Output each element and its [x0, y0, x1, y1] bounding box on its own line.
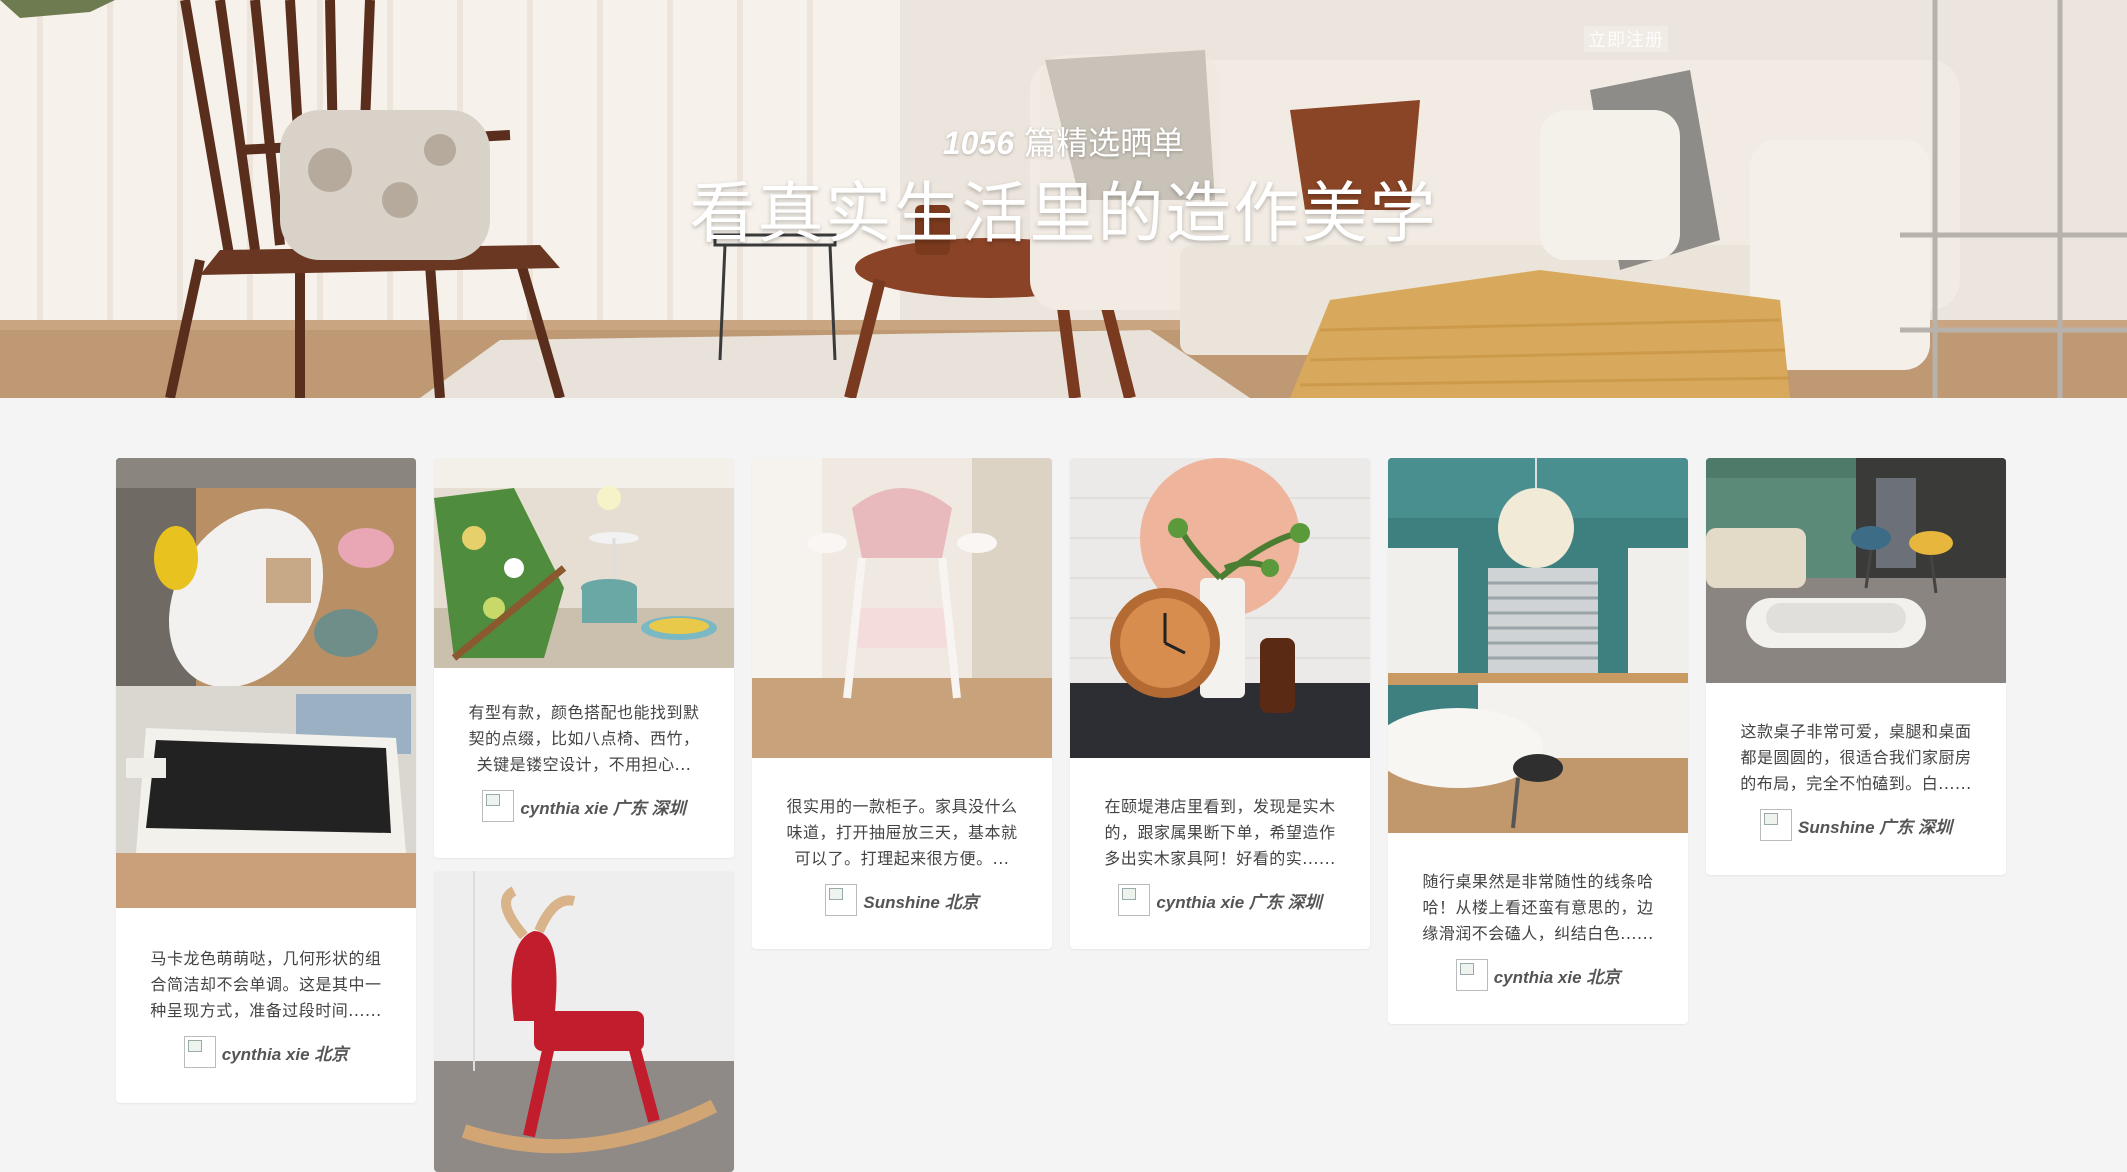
- featured-count-label: 篇精选晒单: [1014, 124, 1185, 162]
- review-card[interactable]: 在颐堤港店里看到，发现是实木的，跟家属果断下单，希望造作多出实木家具阿！好看的实…: [1070, 458, 1370, 949]
- register-link[interactable]: 立即注册: [1584, 26, 1668, 52]
- review-photo[interactable]: [1388, 458, 1688, 833]
- author-name: Sunshine 北京: [863, 892, 979, 912]
- avatar-placeholder-icon: [825, 884, 858, 916]
- review-author[interactable]: cynthia xie 广东 深圳: [434, 790, 734, 822]
- author-name: cynthia xie 广东 深圳: [1156, 892, 1322, 912]
- avatar-placeholder-icon: [1760, 809, 1793, 841]
- avatar-placeholder-icon: [183, 1036, 216, 1068]
- review-photo[interactable]: [116, 458, 416, 908]
- review-text: 在颐堤港店里看到，发现是实木的，跟家属果断下单，希望造作多出实木家具阿！好看的实…: [1104, 797, 1336, 868]
- review-text: 马卡龙色萌萌哒，几何形状的组合简洁却不会单调。这是其中一种呈现方式，准备过段时间…: [150, 949, 382, 1020]
- review-author[interactable]: cynthia xie 北京: [116, 1036, 416, 1068]
- review-photo[interactable]: [434, 871, 734, 1172]
- featured-count-number: 1056: [942, 125, 1014, 161]
- review-card[interactable]: 有型有款，颜色搭配也能找到默契的点缀，比如八点椅、西竹，关键是镂空设计，不用担心…: [434, 458, 734, 858]
- hero-banner: 立即注册 1056 篇精选晒单 看真实生活里的造作美学: [0, 0, 2127, 398]
- avatar-placeholder-icon: [482, 790, 515, 822]
- author-name: Sunshine 广东 深圳: [1798, 817, 1952, 837]
- review-photo[interactable]: [1070, 458, 1370, 758]
- author-name: cynthia xie 北京: [221, 1044, 349, 1064]
- review-author[interactable]: cynthia xie 北京: [1388, 959, 1688, 991]
- review-text: 随行桌果然是非常随性的线条哈哈！从楼上看还蛮有意思的，边缘滑润不会磕人，纠结白色…: [1422, 872, 1654, 943]
- review-author[interactable]: cynthia xie 广东 深圳: [1070, 884, 1370, 916]
- review-text: 有型有款，颜色搭配也能找到默契的点缀，比如八点椅、西竹，关键是镂空设计，不用担心…: [468, 703, 700, 774]
- review-card[interactable]: 很实用的一款柜子。家具没什么味道，打开抽屉放三天，基本就可以了。打理起来很方便。…: [752, 458, 1052, 949]
- review-text: 这款桌子非常可爱，桌腿和桌面都是圆圆的，很适合我们家厨房的布局，完全不怕磕到。白…: [1740, 722, 1972, 793]
- review-text: 很实用的一款柜子。家具没什么味道，打开抽屉放三天，基本就可以了。打理起来很方便。…: [786, 797, 1018, 868]
- author-name: cynthia xie 广东 深圳: [520, 798, 686, 818]
- review-photo[interactable]: [1706, 458, 2006, 683]
- review-photo[interactable]: [434, 458, 734, 668]
- author-name: cynthia xie 北京: [1493, 967, 1621, 987]
- avatar-placeholder-icon: [1118, 884, 1151, 916]
- avatar-placeholder-icon: [1455, 959, 1488, 991]
- review-card[interactable]: 马卡龙色萌萌哒，几何形状的组合简洁却不会单调。这是其中一种呈现方式，准备过段时间…: [116, 458, 416, 1103]
- hero-title: 看真实生活里的造作美学: [689, 175, 1438, 252]
- review-card[interactable]: 这款桌子非常可爱，桌腿和桌面都是圆圆的，很适合我们家厨房的布局，完全不怕磕到。白…: [1706, 458, 2006, 875]
- review-author[interactable]: Sunshine 广东 深圳: [1706, 809, 2006, 841]
- review-card[interactable]: [434, 871, 734, 1172]
- review-author[interactable]: Sunshine 北京: [752, 884, 1052, 916]
- review-card[interactable]: 随行桌果然是非常随性的线条哈哈！从楼上看还蛮有意思的，边缘滑润不会磕人，纠结白色…: [1388, 458, 1688, 1024]
- review-photo[interactable]: [752, 458, 1052, 758]
- featured-count: 1056 篇精选晒单: [0, 118, 2127, 164]
